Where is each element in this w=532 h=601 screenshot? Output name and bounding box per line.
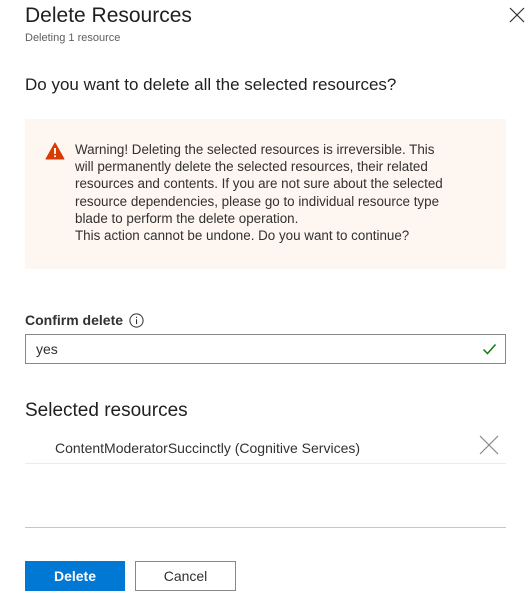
delete-button[interactable]: Delete: [25, 561, 125, 591]
selected-resources-title: Selected resources: [25, 400, 188, 421]
panel-subtitle: Deleting 1 resource: [25, 32, 121, 44]
confirm-delete-label-row: Confirm delete: [25, 311, 144, 329]
resource-name: ContentModeratorSuccinctly (Cognitive Se…: [55, 440, 361, 456]
footer-divider: [25, 527, 506, 528]
warning-line: blade to perform the delete operation.: [75, 210, 299, 226]
warning-line: resource dependencies, please go to indi…: [75, 193, 440, 209]
close-icon: [509, 7, 525, 23]
confirm-delete-field: [25, 334, 506, 364]
confirm-delete-label: Confirm delete: [25, 312, 124, 328]
remove-resource-button[interactable]: [478, 434, 500, 456]
warning-line: This action cannot be undone. Do you wan…: [75, 228, 410, 244]
info-icon[interactable]: [129, 312, 144, 328]
warning-message-box: Warning! Deleting the selected resources…: [25, 119, 506, 269]
warning-line: resources and contents. If you are not s…: [75, 176, 443, 192]
delete-resources-panel: Delete Resources Deleting 1 resource Do …: [0, 0, 532, 601]
confirm-delete-input[interactable]: [26, 335, 466, 363]
warning-line: will permanently delete the selected res…: [75, 159, 428, 175]
close-button[interactable]: [508, 6, 526, 24]
close-icon: [479, 435, 499, 455]
warning-text: Warning! Deleting the selected resources…: [75, 141, 500, 244]
panel-title: Delete Resources: [25, 4, 192, 27]
checkmark-icon: [482, 344, 497, 355]
delete-question: Do you want to delete all the selected r…: [25, 75, 397, 94]
warning-line: Warning! Deleting the selected resources…: [75, 142, 435, 157]
cancel-button[interactable]: Cancel: [135, 561, 236, 591]
selected-resource-row: ContentModeratorSuccinctly (Cognitive Se…: [25, 432, 506, 464]
warning-triangle-icon: [45, 142, 65, 160]
